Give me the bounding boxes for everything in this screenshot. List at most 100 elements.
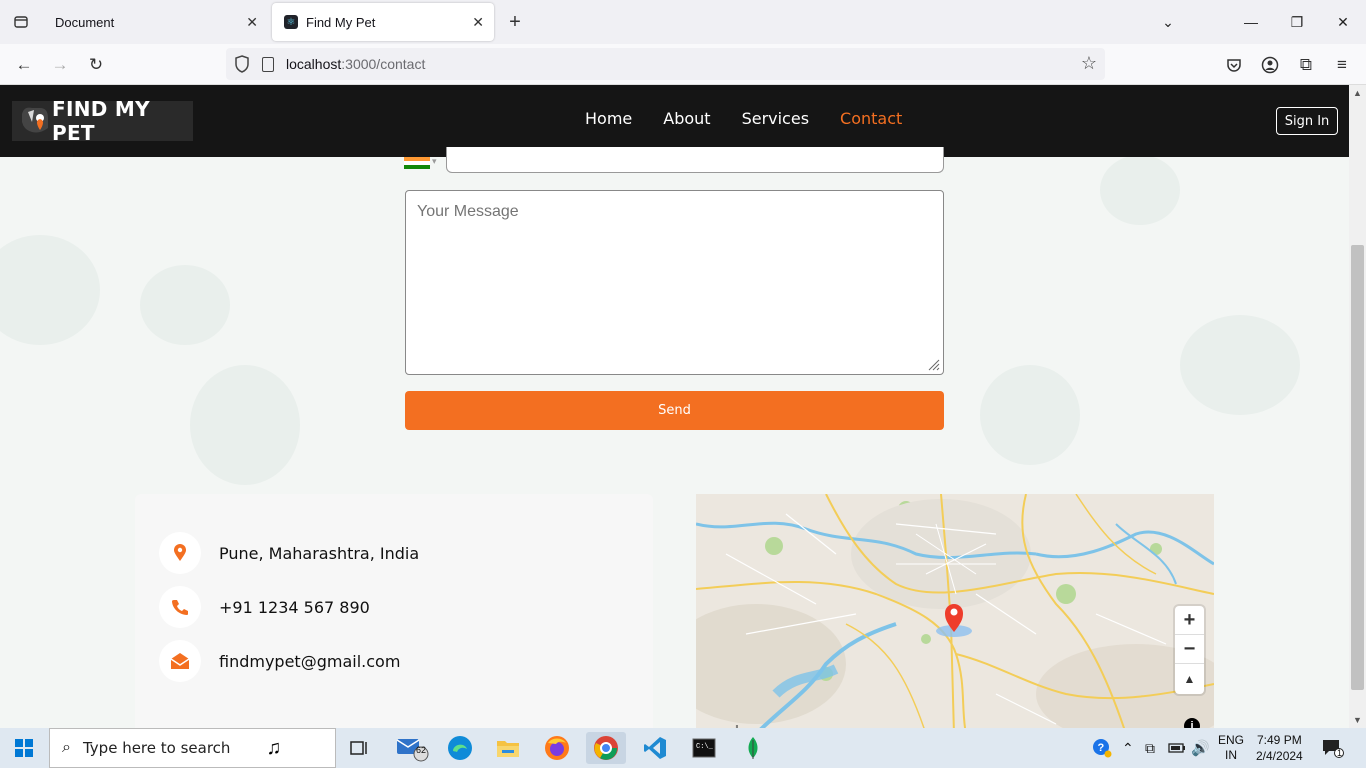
vscode-icon[interactable] bbox=[635, 732, 675, 764]
info-icon[interactable]: i bbox=[1184, 718, 1200, 728]
location-map[interactable]: + − ▲ mapbox i bbox=[696, 494, 1214, 728]
notification-count: 1 bbox=[1337, 748, 1343, 758]
lang-secondary: IN bbox=[1225, 748, 1237, 762]
main-nav: Home About Services Contact bbox=[585, 109, 933, 128]
map-tiles bbox=[696, 494, 1214, 728]
browser-toolbar: ← → ↻ localhost:3000/contact ☆ ⧉ ≡ bbox=[0, 44, 1366, 85]
meet-now-icon[interactable]: ⧉ bbox=[1145, 728, 1155, 768]
windows-start-icon[interactable] bbox=[0, 728, 48, 768]
url-text: localhost:3000/contact bbox=[286, 56, 426, 72]
tab-document[interactable]: Document ✕ bbox=[43, 3, 268, 41]
message-textarea[interactable] bbox=[405, 190, 944, 375]
mail-icon[interactable]: 62 bbox=[392, 732, 432, 764]
web-page: FIND MY PET Home About Services Contact … bbox=[0, 85, 1349, 728]
language-indicator[interactable]: ENG IN bbox=[1218, 728, 1244, 768]
address-text: Pune, Maharashtra, India bbox=[219, 543, 420, 563]
firefox-icon[interactable] bbox=[537, 732, 577, 764]
mongodb-compass-icon[interactable] bbox=[733, 732, 773, 764]
dog-pin-logo-icon bbox=[18, 104, 52, 138]
new-tab-button[interactable]: + bbox=[503, 10, 527, 34]
back-icon[interactable]: ← bbox=[11, 52, 37, 78]
paw-decoration bbox=[190, 365, 300, 485]
nav-services[interactable]: Services bbox=[742, 109, 809, 128]
phone-field-row: ▾ bbox=[404, 147, 944, 173]
phone-icon bbox=[159, 586, 201, 628]
react-icon: ⚛ bbox=[284, 15, 298, 29]
windows-taskbar: ⌕ Type here to search ♫ 62 C:\_ ? ⌃ ⧉ 🔊 … bbox=[0, 728, 1366, 768]
clock[interactable]: 7:49 PM 2/4/2024 bbox=[1256, 728, 1303, 768]
envelope-icon bbox=[159, 640, 201, 682]
pocket-icon[interactable] bbox=[1221, 52, 1247, 78]
email-text: findmypet@gmail.com bbox=[219, 651, 401, 671]
tab-find-my-pet[interactable]: ⚛ Find My Pet ✕ bbox=[272, 3, 494, 41]
url-bar[interactable]: localhost:3000/contact ☆ bbox=[226, 48, 1105, 80]
battery-icon[interactable] bbox=[1168, 728, 1186, 768]
speaker-icon[interactable]: 🔊 bbox=[1191, 728, 1210, 768]
email-row: findmypet@gmail.com bbox=[159, 640, 400, 682]
contact-info-card: Pune, Maharashtra, India +91 1234 567 89… bbox=[135, 494, 653, 728]
compass-reset-icon[interactable]: ▲ bbox=[1175, 664, 1204, 693]
sign-in-button[interactable]: Sign In bbox=[1276, 107, 1338, 135]
forward-icon[interactable]: → bbox=[47, 52, 73, 78]
chrome-icon[interactable] bbox=[586, 732, 626, 764]
account-icon[interactable] bbox=[1257, 52, 1283, 78]
taskbar-search[interactable]: ⌕ Type here to search ♫ bbox=[49, 728, 336, 768]
minimize-icon[interactable]: — bbox=[1228, 0, 1274, 44]
chevron-down-icon[interactable]: ⌄ bbox=[1145, 0, 1191, 44]
clock-date: 2/4/2024 bbox=[1256, 749, 1303, 763]
paw-decoration bbox=[0, 235, 100, 345]
shield-icon bbox=[235, 55, 249, 73]
extensions-icon[interactable]: ⧉ bbox=[1293, 52, 1319, 78]
terminal-icon[interactable]: C:\_ bbox=[684, 732, 724, 764]
notification-icon[interactable]: 1 bbox=[1322, 728, 1344, 768]
chevron-up-icon[interactable]: ⌃ bbox=[1122, 728, 1134, 768]
zoom-in-button[interactable]: + bbox=[1175, 606, 1204, 635]
reload-icon[interactable]: ↻ bbox=[83, 52, 109, 78]
svg-text:?: ? bbox=[1098, 742, 1105, 754]
india-flag-icon[interactable] bbox=[404, 157, 430, 169]
help-icon[interactable]: ? bbox=[1092, 728, 1112, 768]
close-window-icon[interactable]: ✕ bbox=[1320, 0, 1366, 44]
bookmark-star-icon[interactable]: ☆ bbox=[1081, 53, 1097, 74]
nav-contact[interactable]: Contact bbox=[840, 109, 902, 128]
scroll-thumb[interactable] bbox=[1351, 245, 1364, 690]
logo-text: FIND MY PET bbox=[52, 97, 150, 145]
search-placeholder: Type here to search bbox=[82, 739, 231, 757]
search-icon: ⌕ bbox=[62, 739, 71, 756]
mail-badge: 62 bbox=[416, 745, 427, 755]
nav-about[interactable]: About bbox=[663, 109, 710, 128]
page-icon bbox=[262, 56, 274, 72]
edge-icon[interactable] bbox=[440, 732, 480, 764]
restore-icon[interactable]: ❐ bbox=[1274, 0, 1320, 44]
file-explorer-icon[interactable] bbox=[488, 732, 528, 764]
nav-home[interactable]: Home bbox=[585, 109, 632, 128]
phone-text: +91 1234 567 890 bbox=[219, 597, 370, 617]
paw-decoration bbox=[1100, 155, 1180, 225]
scroll-up-arrow-icon[interactable]: ▲ bbox=[1349, 85, 1366, 101]
address-row: Pune, Maharashtra, India bbox=[159, 532, 419, 574]
paw-decoration bbox=[1180, 315, 1300, 415]
music-gramophone-icon: ♫ bbox=[266, 736, 282, 759]
send-button[interactable]: Send bbox=[405, 391, 944, 430]
task-view-icon[interactable] bbox=[340, 732, 380, 764]
browser-tab-bar: Document ✕ ⚛ Find My Pet ✕ + ⌄ — ❐ ✕ bbox=[0, 0, 1366, 44]
tab-title: Document bbox=[55, 14, 115, 30]
clock-time: 7:49 PM bbox=[1257, 733, 1302, 747]
zoom-out-button[interactable]: − bbox=[1175, 635, 1204, 664]
chevron-down-icon[interactable]: ▾ bbox=[432, 156, 437, 167]
tab-list-icon[interactable] bbox=[0, 0, 42, 44]
menu-icon[interactable]: ≡ bbox=[1329, 52, 1355, 78]
close-tab-icon[interactable]: ✕ bbox=[246, 14, 258, 31]
phone-input[interactable] bbox=[446, 147, 944, 173]
phone-row: +91 1234 567 890 bbox=[159, 586, 370, 628]
resize-grip-icon[interactable] bbox=[926, 357, 940, 371]
svg-text:C:\_: C:\_ bbox=[696, 743, 714, 751]
close-tab-icon[interactable]: ✕ bbox=[472, 14, 484, 31]
paw-decoration bbox=[140, 265, 230, 345]
page-scrollbar[interactable]: ▲ ▼ bbox=[1349, 85, 1366, 728]
map-zoom-controls: + − ▲ bbox=[1175, 606, 1204, 694]
scroll-down-arrow-icon[interactable]: ▼ bbox=[1349, 712, 1366, 728]
site-logo[interactable]: FIND MY PET bbox=[12, 97, 193, 145]
tab-title: Find My Pet bbox=[306, 14, 376, 30]
location-pin-icon bbox=[159, 532, 201, 574]
